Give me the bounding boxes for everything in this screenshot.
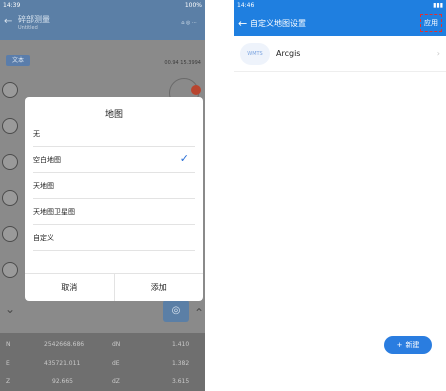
option-blank-map[interactable]: 空白地图 ✓ (33, 147, 195, 173)
checkmark-icon: ✓ (179, 152, 189, 165)
table-row: Z 92.665 dZ 3.615 (6, 378, 190, 385)
list-item-label: Arcgis (276, 49, 301, 58)
status-time: 14:39 (3, 1, 21, 9)
table-row: E 435721.011 dE 1.382 (6, 360, 190, 367)
wmts-badge: WMTS (240, 42, 270, 65)
map-dialog: 地图 无 空白地图 ✓ 天地图 天地图卫星图 自定义 取消 添加 (25, 97, 203, 301)
app-bar: ← 碎部测量 Untitled ⌂ ◎ ⋯ (0, 10, 205, 40)
page-title: 碎部测量 (18, 15, 50, 24)
tool-icon[interactable] (2, 262, 18, 278)
table-row: N 2542668.686 dN 1.410 (6, 341, 190, 348)
target-icon[interactable]: ◎ (163, 300, 189, 322)
new-button[interactable]: + 新建 (384, 336, 432, 354)
option-none[interactable]: 无 (33, 121, 195, 147)
signal-icons: ⌂ ◎ ⋯ (181, 20, 197, 26)
settings-icon[interactable] (2, 226, 18, 242)
right-screen: 14:46 ▮▮▮ ← 自定义地图设置 应用 WMTS Arcgis › + 新… (234, 0, 446, 391)
option-custom[interactable]: 自定义 (33, 225, 195, 251)
app-bar: ← 自定义地图设置 应用 (234, 10, 446, 36)
location-dot-icon (191, 85, 201, 95)
page-title: 自定义地图设置 (250, 18, 306, 28)
plus-icon: + (396, 341, 403, 349)
back-arrow-icon[interactable]: ← (238, 17, 250, 30)
add-button[interactable]: 添加 (115, 274, 204, 301)
battery-label: 100% (184, 1, 202, 9)
option-tianditu[interactable]: 天地图 (33, 173, 195, 199)
chevron-up-icon[interactable]: ⌃ (194, 306, 204, 320)
back-arrow-icon[interactable]: ← (4, 16, 12, 27)
status-bar: 14:46 ▮▮▮ (234, 0, 446, 10)
list-item[interactable]: WMTS Arcgis › (234, 36, 446, 72)
chevron-down-icon[interactable]: ⌄ (5, 302, 15, 316)
coordinate-panel: N 2542668.686 dN 1.410 E 435721.011 dE 1… (0, 333, 205, 391)
status-icons: ▮▮▮ (433, 1, 443, 9)
left-screen: 14:39 100% ← 碎部测量 Untitled ⌂ ◎ ⋯ 文本 00.9… (0, 0, 205, 391)
layer-icon[interactable] (2, 118, 18, 134)
coordinate-readout: 00.94 15.3994 (164, 60, 201, 66)
measure-icon[interactable] (2, 154, 18, 170)
point-icon[interactable] (2, 190, 18, 206)
cancel-button[interactable]: 取消 (25, 274, 114, 301)
chevron-right-icon: › (436, 49, 440, 58)
status-bar: 14:39 100% (0, 0, 205, 10)
apply-button[interactable]: 应用 (420, 14, 442, 32)
option-tianditu-satellite[interactable]: 天地图卫星图 (33, 199, 195, 225)
dialog-title: 地图 (104, 110, 123, 120)
project-name: Untitled (18, 25, 38, 31)
dialog-actions: 取消 添加 (25, 273, 203, 301)
text-button[interactable]: 文本 (6, 55, 30, 66)
info-icon[interactable] (2, 82, 18, 98)
status-time: 14:46 (237, 1, 255, 9)
